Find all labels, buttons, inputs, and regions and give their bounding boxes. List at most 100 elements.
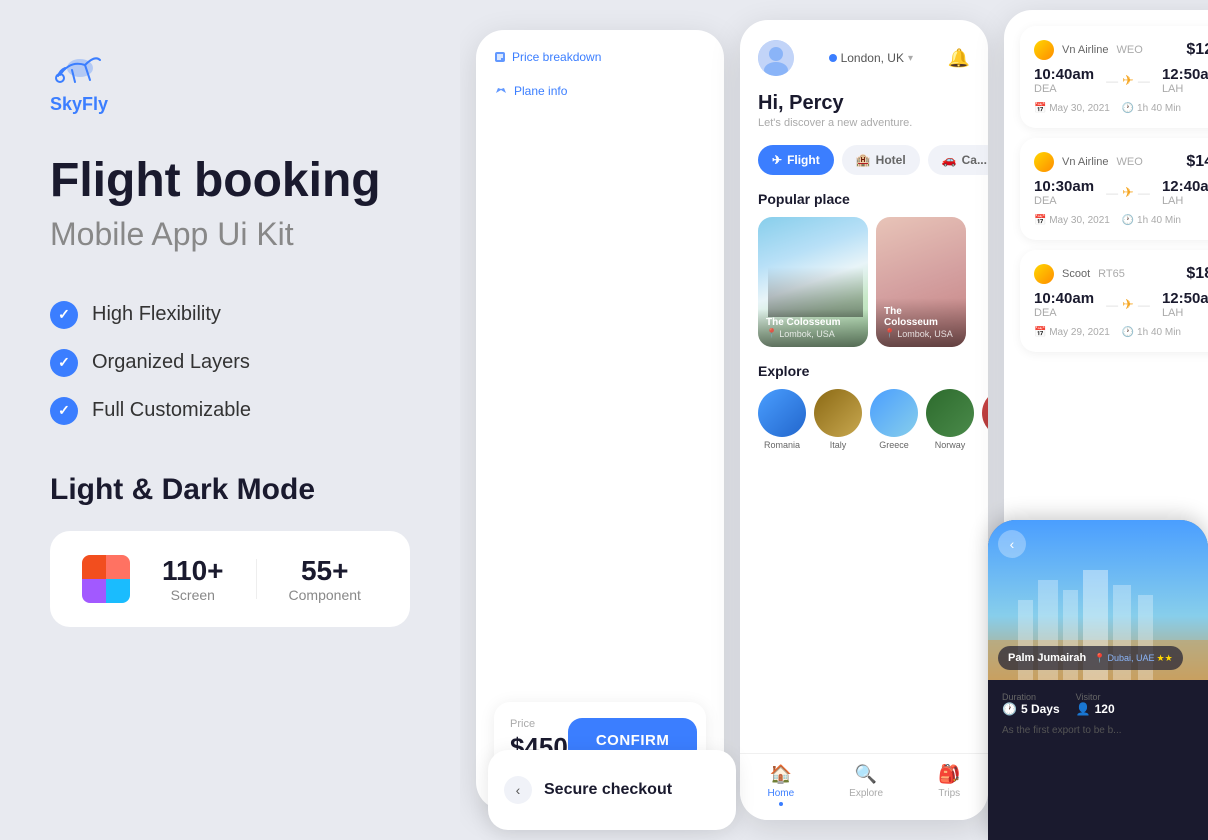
flight-card-2[interactable]: Vn Airline WEO $140 10:30am DEA — ✈ — [1020, 138, 1208, 240]
figma-q4 [106, 579, 130, 603]
explore-circle-norway [926, 389, 974, 437]
left-panel: SkyFly Flight booking Mobile App Ui Kit … [0, 0, 460, 840]
home-nav-icon: 🏠 [770, 764, 792, 785]
stats-card: 110+ Screen 55+ Component [50, 531, 410, 627]
visitor-value: 👤 120 [1076, 702, 1115, 716]
route-middle-3: — ✈ — [1106, 296, 1150, 313]
flight-route-3: 10:40am DEA — ✈ — 12:50am LAH [1034, 290, 1208, 319]
notification-icon[interactable]: 🔔 [948, 48, 970, 69]
airline-logo-3 [1034, 264, 1054, 284]
duration-stat: Duration 🕐 5 Days [1002, 692, 1060, 716]
checkout-back-button[interactable]: ‹ [504, 776, 532, 804]
home-topbar: London, UK ▾ 🔔 [758, 40, 970, 76]
flight-route-1: 10:40am DEA — ✈ — 12:50am LAH [1034, 66, 1208, 95]
explore-item-greece[interactable]: Greece [870, 389, 918, 450]
tab-flight[interactable]: ✈ Flight [758, 145, 834, 175]
dep-time-1: 10:40am [1034, 66, 1094, 83]
place-card-1[interactable]: The Colosseum 📍 Lombok, USA [758, 217, 868, 347]
airline-name-3: Scoot [1062, 268, 1090, 280]
nav-trips[interactable]: 🎒 Trips [938, 764, 960, 806]
airline-info-2: Vn Airline WEO [1034, 152, 1143, 172]
nav-active-dot [779, 802, 783, 806]
flight-date-row-3: 📅 May 29, 2021 🕐 1h 40 Min [1034, 327, 1208, 338]
explore-item-russia[interactable]: Russia [982, 389, 988, 450]
flight-route-2: 10:30am DEA — ✈ — 12:40am LAH [1034, 178, 1208, 207]
phone-home-content: London, UK ▾ 🔔 Hi, Percy Let's discover … [740, 20, 988, 820]
arr-info-2: 12:40am LAH [1162, 178, 1208, 207]
explore-item-italy[interactable]: Italy [814, 389, 862, 450]
greeting: Hi, Percy [758, 92, 970, 115]
flight-code-1: WEO [1116, 44, 1142, 56]
price-breakdown-icon [494, 51, 506, 63]
location-text: London, UK [841, 51, 904, 65]
loc-pin-icon: 📍 [766, 328, 777, 339]
dash-right-2: — [1138, 186, 1150, 200]
explore-item-norway[interactable]: Norway [926, 389, 974, 450]
phone-home: London, UK ▾ 🔔 Hi, Percy Let's discover … [740, 20, 988, 820]
phone-confirm-content: Price breakdown Plane info Price $450 CO… [476, 30, 724, 810]
tab-hotel[interactable]: 🏨 Hotel [842, 145, 920, 175]
feature-item-3: Full Customizable [50, 397, 410, 425]
stat-screens: 110+ Screen [162, 555, 224, 603]
price-breakdown-label: Price breakdown [512, 50, 601, 64]
stat-screens-label: Screen [162, 587, 224, 603]
explore-circles: Romania Italy Greece Norway [758, 389, 970, 450]
nav-explore[interactable]: 🔍 Explore [849, 764, 883, 806]
plane-info-row[interactable]: Plane info [494, 84, 706, 98]
duration-label: Duration [1002, 692, 1060, 702]
dash-right-3: — [1138, 298, 1150, 312]
dep-info-2: 10:30am DEA [1034, 178, 1094, 207]
user-avatar [758, 40, 794, 76]
places-row: The Colosseum 📍 Lombok, USA The Colosseu… [758, 217, 970, 347]
trips-nav-icon: 🎒 [938, 764, 960, 785]
feature-label-2: Organized Layers [92, 351, 250, 374]
trips-nav-label: Trips [938, 788, 960, 799]
flight-plane-icon-2: ✈ [1122, 184, 1134, 201]
explore-label-norway: Norway [935, 440, 966, 450]
explore-circle-italy [814, 389, 862, 437]
visitor-icon: 👤 [1076, 702, 1091, 716]
car-tab-icon: 🚗 [942, 153, 957, 167]
flight-date-row-1: 📅 May 30, 2021 🕐 1h 40 Min [1034, 103, 1208, 114]
explore-item-romania[interactable]: Romania [758, 389, 806, 450]
check-icon-3 [50, 397, 78, 425]
tab-car[interactable]: 🚗 Ca... [928, 145, 988, 175]
car-tab-label: Ca... [962, 153, 987, 167]
flight-price-2: $140 [1186, 153, 1208, 171]
stat-components-label: Component [289, 587, 361, 603]
travel-description: As the first export to be b... [1002, 724, 1194, 738]
route-line-3: — ✈ — [1106, 296, 1150, 313]
chevron-down-icon: ▾ [908, 53, 913, 64]
place-card-2[interactable]: The Colosseum 📍 Lombok, USA [876, 217, 966, 347]
popular-title: Popular place [758, 191, 970, 207]
dep-code-3: DEA [1034, 307, 1094, 319]
place-name-2: The Colosseum [884, 306, 958, 328]
route-middle-1: — ✈ — [1106, 72, 1150, 89]
main-title: Flight booking [50, 155, 410, 208]
place-name-1: The Colosseum [766, 317, 860, 328]
plane-icon [494, 84, 508, 98]
explore-nav-icon: 🔍 [855, 764, 877, 785]
price-label: Price [510, 718, 568, 730]
flight-tab-label: Flight [787, 153, 820, 167]
content-area [494, 122, 706, 702]
avatar [758, 40, 794, 76]
feature-item-2: Organized Layers [50, 349, 410, 377]
travel-back-button[interactable]: ‹ [998, 530, 1026, 558]
arr-code-1: LAH [1162, 83, 1208, 95]
hotel-tab-label: Hotel [876, 153, 906, 167]
check-icon-1 [50, 301, 78, 329]
travel-stats: Duration 🕐 5 Days Visitor 👤 120 [1002, 692, 1194, 716]
date-3: 📅 May 29, 2021 [1034, 327, 1110, 338]
flight-card-1[interactable]: Vn Airline WEO $120 10:40am DEA — ✈ — [1020, 26, 1208, 128]
location-badge[interactable]: London, UK ▾ [829, 51, 913, 65]
flight-card-3[interactable]: Scoot RT65 $180 10:40am DEA — ✈ — [1020, 250, 1208, 352]
nav-home[interactable]: 🏠 Home [767, 764, 794, 806]
mode-title: Light & Dark Mode [50, 473, 410, 507]
stat-components: 55+ Component [289, 555, 361, 603]
dash-left-3: — [1106, 298, 1118, 312]
route-line-1: — ✈ — [1106, 72, 1150, 89]
flight-code-2: WEO [1116, 156, 1142, 168]
dash-left: — [1106, 74, 1118, 88]
figma-q3 [82, 579, 106, 603]
